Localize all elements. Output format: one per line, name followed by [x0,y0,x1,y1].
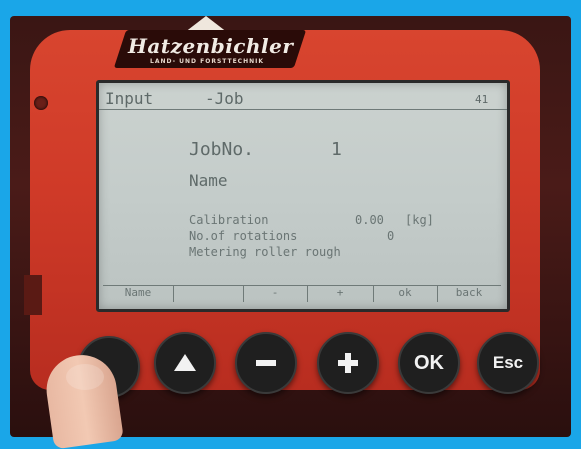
ok-button-label: OK [414,351,444,374]
lcd-screen: Input -Job 41 JobNo. 1 Name Calibration … [96,80,510,312]
calibration-label: Calibration [189,213,269,227]
esc-button-label: Esc [492,353,524,372]
job-no-label: JobNo. [189,139,255,160]
lcd-header-title: -Job [205,89,244,108]
brand-logo-text: Hatzenbichler [128,34,294,58]
calibration-unit: [kg] [405,213,434,227]
calibration-value: 0.00 [355,213,384,227]
minus-button[interactable] [235,332,297,394]
softkey-minus[interactable]: - [243,286,308,302]
up-triangle-icon [174,354,196,371]
rotations-value: 0 [387,229,395,243]
plus-icon [338,353,358,373]
name-label: Name [189,171,228,190]
metering-roller-label: Metering roller rough [189,245,341,259]
lcd-header: Input -Job 41 [99,87,507,110]
brand-logo-subtext: LAND- UND FORSTTECHNIK [150,58,265,65]
lcd-header-number: 41 [475,93,489,106]
rotations-label: No.of rotations [189,229,298,243]
softkey-back[interactable]: back [437,286,501,302]
esc-button[interactable]: Esc [477,332,539,394]
softkey-blank[interactable] [173,286,244,302]
softkey-plus[interactable]: + [307,286,374,302]
softkey-ok[interactable]: ok [373,286,438,302]
ok-button[interactable]: OK [398,332,460,394]
side-slot [24,275,42,315]
softkey-bar: Name - + ok back [103,285,501,302]
up-button[interactable] [154,332,216,394]
finger-tip-highlight [66,364,104,390]
lcd-header-input: Input [105,89,154,108]
softkey-name[interactable]: Name [103,286,174,302]
screw-icon [34,96,48,110]
plus-button[interactable] [317,332,379,394]
minus-icon [256,360,276,366]
job-no-value: 1 [331,139,342,160]
